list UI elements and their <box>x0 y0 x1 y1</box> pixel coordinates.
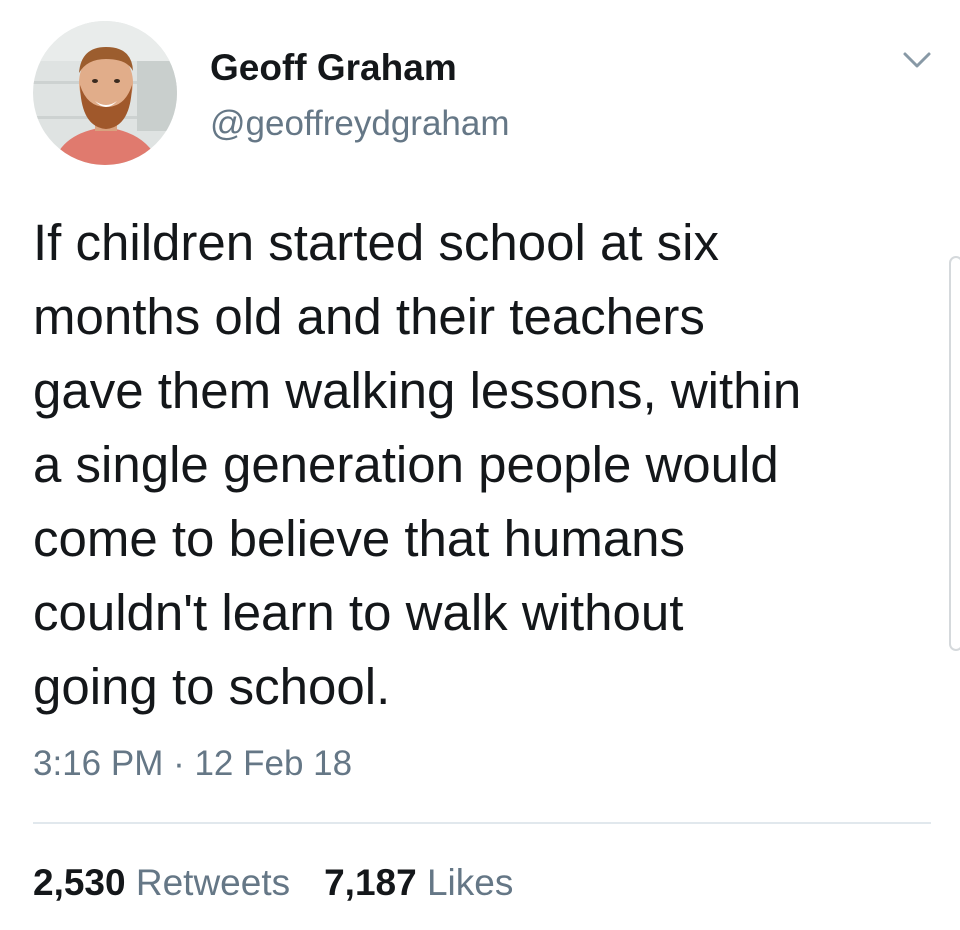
tweet-timestamp[interactable]: 3:16 PM · 12 Feb 18 <box>33 743 352 785</box>
avatar[interactable] <box>33 21 177 165</box>
user-display-name[interactable]: Geoff Graham <box>210 46 457 90</box>
retweets-label: Retweets <box>135 862 291 903</box>
divider <box>33 822 931 824</box>
user-handle[interactable]: @geoffreydgraham <box>210 103 510 145</box>
retweets-count: 2,530 <box>33 862 126 903</box>
chevron-down-icon[interactable] <box>897 44 937 76</box>
likes-stat[interactable]: 7,187 Likes <box>324 862 513 903</box>
retweets-stat[interactable]: 2,530 Retweets <box>33 862 290 903</box>
tweet-text: If children started school at six months… <box>33 214 802 715</box>
tweet-stats: 2,530 Retweets 7,187 Likes <box>33 861 513 905</box>
likes-count: 7,187 <box>324 862 417 903</box>
scrollbar[interactable] <box>949 256 960 651</box>
tweet-card: Geoff Graham @geoffreydgraham If childre… <box>0 0 960 930</box>
likes-label: Likes <box>426 862 514 903</box>
